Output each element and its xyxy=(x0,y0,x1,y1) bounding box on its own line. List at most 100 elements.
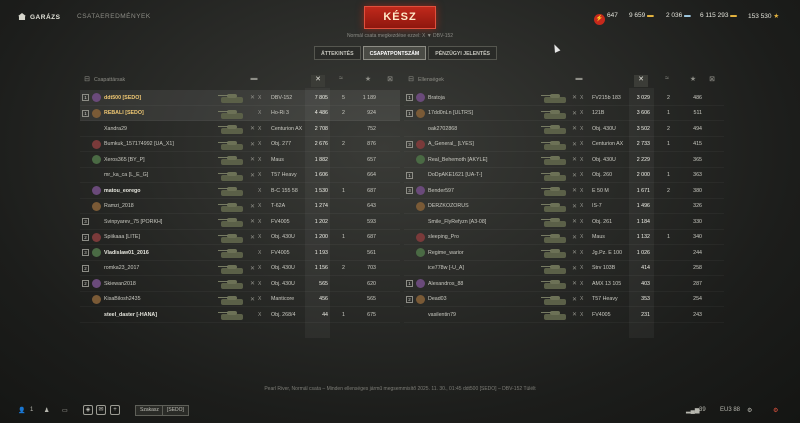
player-name[interactable]: ddt500 [SEDO] xyxy=(104,95,141,101)
gold-balance[interactable]: ⚡ 647 xyxy=(594,12,618,25)
platoon-badge: 2 xyxy=(82,233,89,241)
player-name[interactable]: Smile_FlyRefyzn [A3-08] xyxy=(428,219,486,225)
kills-column-icon[interactable]: ≈ xyxy=(660,75,674,87)
tab-overview[interactable]: ÁTTEKINTÉS xyxy=(314,46,361,60)
add-icon[interactable]: + xyxy=(110,405,120,415)
player-name[interactable]: DoDpAKE1621 [UA-T-] xyxy=(428,172,482,178)
player-row[interactable]: Xeros365 [BY_P] ✕ X Maus 1 882 657 xyxy=(80,152,400,168)
player-row[interactable]: 1 REBALI [SEDO] X Ho-Ri 3 4 486 2 924 xyxy=(80,105,400,121)
player-name[interactable]: Vladislaw01_2016 xyxy=(104,250,149,256)
player-name[interactable]: Dead03 xyxy=(428,296,447,302)
player-row[interactable]: Xandra29 ✕ X Centurion AX 2 708 752 xyxy=(80,121,400,137)
player-name[interactable]: Real_Behemoth [AKYLE] xyxy=(428,157,487,163)
shield-icon[interactable]: ◈ xyxy=(83,405,93,415)
player-row[interactable]: 3 A_General_ [LYES] ✕ X Centurion AX 2 733 1 41… xyxy=(404,137,724,152)
player-name[interactable]: Skiewan2018 xyxy=(104,281,136,287)
clan-emblem-icon xyxy=(416,294,425,304)
settings-icon[interactable]: ⚙ xyxy=(747,407,752,414)
xp-column-icon[interactable]: ★ xyxy=(361,75,375,87)
clan-tag-button[interactable]: [SEDO] xyxy=(162,405,189,416)
player-row[interactable]: DERZKOZORUS ✕ X IS-7 1 496 326 xyxy=(404,199,724,214)
nav-garage-tab[interactable]: GARÁZS xyxy=(18,13,60,21)
player-name[interactable]: DERZKOZORUS xyxy=(428,203,469,209)
player-name[interactable]: Bender597 xyxy=(428,188,454,194)
player-row[interactable]: Ramzi_2018 ✕ X T-62A 1 274 643 xyxy=(80,199,400,214)
player-row[interactable]: matou_eorego X B-C 155 58 1 530 1 687 xyxy=(80,183,400,199)
player-name[interactable]: oak2702868 xyxy=(428,126,457,132)
player-row[interactable]: Smile_FlyRefyzn [A3-08] ✕ X Obj. 261 1 184 33… xyxy=(404,214,724,230)
player-row[interactable]: 1 ddt500 [SEDO] ✕ X DBV-152 7 805 5 1 189 xyxy=(80,90,400,106)
free-xp-balance[interactable]: 2 036 ▬ xyxy=(666,12,691,19)
player-row[interactable]: 1 Alexandros_88 ✕ X AMX 13 105 403 287 xyxy=(404,276,724,292)
medal-column-icon[interactable]: ⊠ xyxy=(383,75,397,87)
player-name[interactable]: Spiikaaa [LITE] xyxy=(104,234,140,240)
player-name[interactable]: steel_daster [-HANA] xyxy=(104,312,157,318)
player-row[interactable]: KisaBilosh2435 ✕ X Manticore 456 565 xyxy=(80,292,400,307)
damage-column-icon[interactable]: ✕ xyxy=(634,75,648,87)
kills-column-icon[interactable]: ≈ xyxy=(334,75,348,87)
player-row[interactable]: mr_ka_ca [L_E_G] ✕ X T57 Heavy 1 606 664 xyxy=(80,168,400,183)
silver-balance[interactable]: 9 659 ▬ xyxy=(629,12,654,19)
ready-button[interactable]: KÉSZ xyxy=(364,6,436,29)
player-name[interactable]: Xandra29 xyxy=(104,126,127,132)
vehicle-column-icon[interactable]: ▬ xyxy=(572,75,586,87)
nav-battle-results-tab[interactable]: CSATAEREDMÉNYEK xyxy=(77,13,151,20)
player-row[interactable]: 1 17dd0nLn [ULTRS] ✕ X 121B 3 606 1 511 xyxy=(404,106,724,121)
player-name[interactable]: romka23_2017 xyxy=(104,265,139,271)
player-name[interactable]: REBALI [SEDO] xyxy=(104,110,144,116)
player-row[interactable]: 1 DoDpAKE1621 [UA-T-] ✕ X Obj. 260 2 000 1 363 xyxy=(404,168,724,183)
player-row[interactable]: Real_Behemoth [AKYLE] ✕ X Obj. 430U 2 229 365 xyxy=(404,152,724,168)
player-name[interactable]: 17dd0nLn [ULTRS] xyxy=(428,110,473,116)
messages-icon[interactable]: ✉ xyxy=(96,405,106,415)
notifications-icon[interactable]: ⚙ xyxy=(773,407,778,414)
medal-column-icon[interactable]: ⊠ xyxy=(705,75,719,87)
vehicle-name: 121B xyxy=(592,110,605,116)
player-row[interactable]: 2 Dead03 ✕ X T57 Heavy 353 254 xyxy=(404,292,724,307)
player-name[interactable]: Bumkuk_157174992 [UA_X1] xyxy=(104,141,174,147)
damage-value: 2 000 xyxy=(636,172,650,178)
player-row[interactable]: oak2702868 ✕ X Obj. 430U 3 502 2 494 xyxy=(404,121,724,137)
player-name[interactable]: sleeping_Pro xyxy=(428,234,459,240)
server-label[interactable]: EU3 88 xyxy=(720,407,740,413)
player-row[interactable]: 3 Svinpyarev_75 [PORKH] ✕ X FV4005 1 202 593 xyxy=(80,214,400,230)
top-bar: GARÁZS CSATAEREDMÉNYEK KÉSZ Normál csata… xyxy=(0,0,800,39)
player-row[interactable]: sleeping_Pro ✕ X Maus 1 132 1 340 xyxy=(404,230,724,245)
player-row[interactable]: vasilentin79 ✕ X FV4005 231 243 xyxy=(404,307,724,323)
player-row[interactable]: 1 Bratoja ✕ X FV215b 183 3 029 2 486 xyxy=(404,90,724,106)
player-name[interactable]: vasilentin79 xyxy=(428,312,456,318)
tab-team-score[interactable]: CSAPATPONTSZÁM xyxy=(362,46,427,60)
player-name[interactable]: Ramzi_2018 xyxy=(104,203,134,209)
bonds-balance[interactable]: 153 530 ★ xyxy=(748,12,779,20)
player-name[interactable]: matou_eorego xyxy=(104,188,141,194)
xp-value: 486 xyxy=(693,94,702,101)
player-name[interactable]: Svinpyarev_75 [PORKH] xyxy=(104,219,162,225)
xp-column-icon[interactable]: ★ xyxy=(686,75,700,87)
vehicle-column-icon[interactable]: ▬ xyxy=(247,75,261,87)
player-row[interactable]: 2 Spiikaaa [LITE] ✕ X Obj. 430U 1 200 1 687 xyxy=(80,230,400,245)
player-row[interactable]: 2 Skiewan2018 ✕ X Obj. 430U 565 620 xyxy=(80,276,400,292)
friends-icon[interactable]: 👤 xyxy=(18,407,25,414)
player-name[interactable]: Xeros365 [BY_P] xyxy=(104,157,145,163)
damage-column-icon[interactable]: ✕ xyxy=(311,75,325,87)
credits-balance[interactable]: 6 115 293 ▬ xyxy=(700,12,737,19)
player-name[interactable]: ice778w [-U_A] xyxy=(428,265,464,271)
player-name[interactable]: mr_ka_ca [L_E_G] xyxy=(104,172,148,178)
tab-financial-report[interactable]: PÉNZÜGYI JELENTÉS xyxy=(428,46,498,60)
vehicle-tier: X xyxy=(258,94,262,101)
player-name[interactable]: Regime_warior xyxy=(428,250,464,256)
player-row[interactable]: steel_daster [-HANA] X Obj. 268/4 44 1 675 xyxy=(80,307,400,323)
chat-icon[interactable]: ▭ xyxy=(62,407,68,414)
player-row[interactable]: Bumkuk_157174992 [UA_X1] ✕ X Obj. 277 2 676 2… xyxy=(80,137,400,152)
player-row[interactable]: 3 Bender597 ✕ X E 50 M 1 671 2 380 xyxy=(404,183,724,199)
player-row[interactable]: Regime_warior ✕ X Jg.Pz. E 100 1 026 244 xyxy=(404,245,724,261)
clan-icon[interactable]: ♟ xyxy=(44,407,49,414)
player-row[interactable]: 3 Vladislaw01_2016 X FV4005 1 193 561 xyxy=(80,245,400,261)
player-row[interactable]: 2 romka23_2017 ✕ X Obj. 430U 1 156 2 703 xyxy=(80,261,400,276)
player-row[interactable]: ice778w [-U_A] ✕ X Strv 103B 414 258 xyxy=(404,261,724,276)
player-name[interactable]: A_General_ [LYES] xyxy=(428,141,474,147)
player-name[interactable]: Bratoja xyxy=(428,95,445,101)
player-name[interactable]: Alexandros_88 xyxy=(428,281,463,287)
player-name[interactable]: KisaBilosh2435 xyxy=(104,296,141,302)
xp-value: 380 xyxy=(693,187,702,194)
squad-button[interactable]: Szakasz xyxy=(135,405,164,416)
